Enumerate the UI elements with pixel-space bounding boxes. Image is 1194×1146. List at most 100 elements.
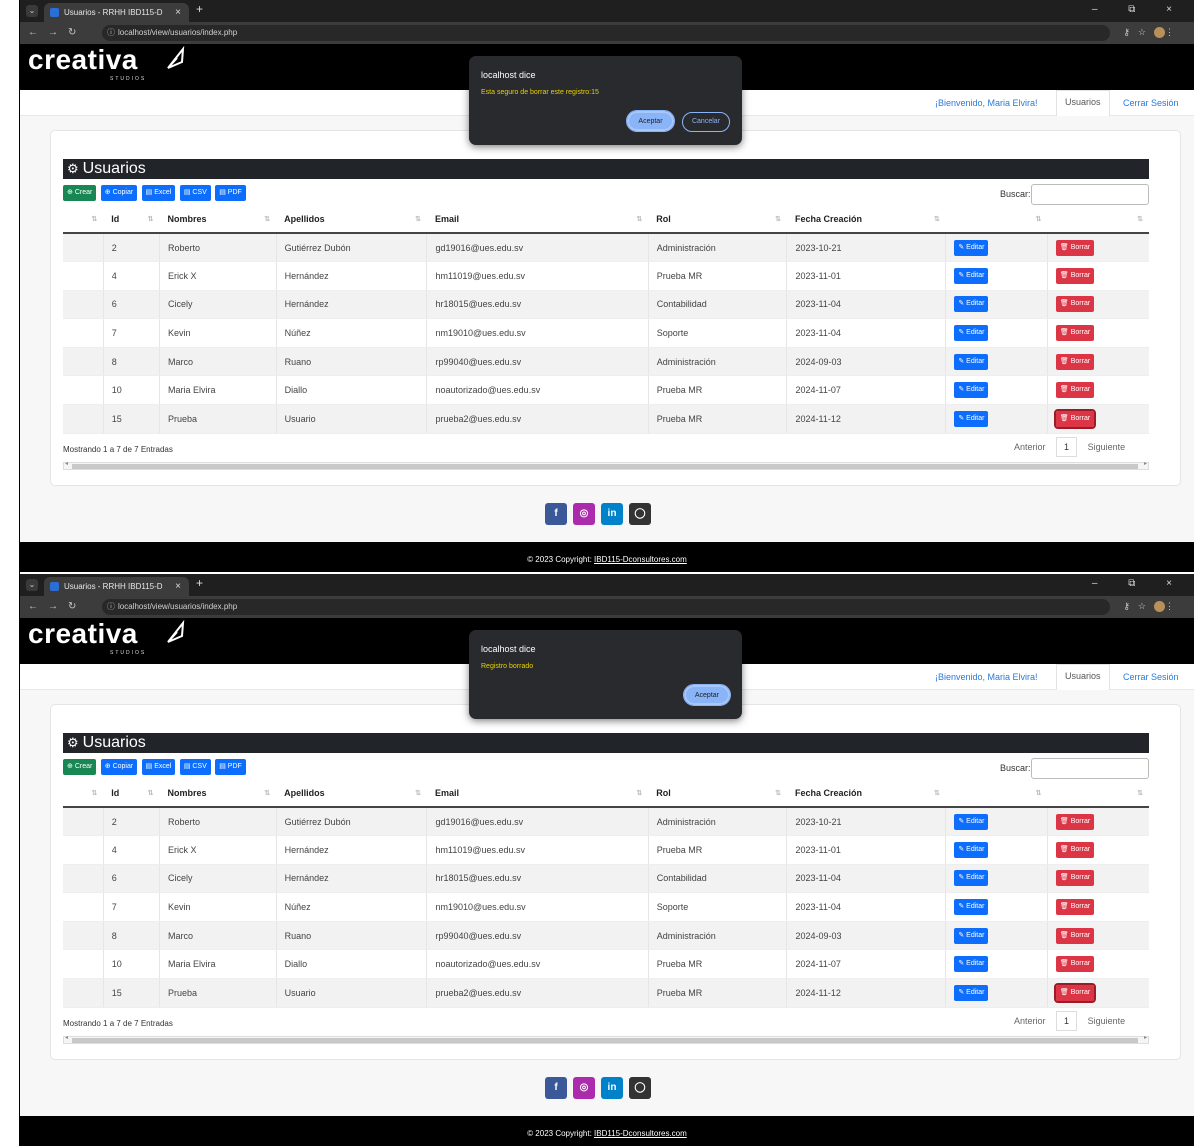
delete-button[interactable]: 🗑 Borrar xyxy=(1055,956,1095,973)
horizontal-scrollbar[interactable]: ◂ ▸ xyxy=(63,1034,1149,1044)
delete-button[interactable]: 🗑 Borrar xyxy=(1055,870,1095,887)
create-button[interactable]: ⊕ Crear xyxy=(63,185,97,201)
column-header-blank[interactable]: ⇅ xyxy=(63,206,104,234)
search-input[interactable] xyxy=(1031,758,1149,779)
horizontal-scrollbar[interactable]: ◂ ▸ xyxy=(63,460,1149,470)
column-header[interactable]: Nombres ⇅ xyxy=(159,206,277,234)
csv-button[interactable]: ▤ CSV xyxy=(179,759,211,775)
delete-button[interactable]: 🗑 Borrar xyxy=(1055,841,1095,858)
scrollbar-thumb[interactable] xyxy=(72,464,1138,469)
column-header[interactable]: Rol ⇅ xyxy=(648,206,787,234)
edit-button[interactable]: ✎ Editar xyxy=(954,410,989,427)
column-header[interactable]: Id ⇅ xyxy=(103,780,160,808)
column-header[interactable]: Rol ⇅ xyxy=(648,780,787,808)
nav-welcome[interactable]: ¡Bienvenido, Maria Elvira! xyxy=(935,672,1038,682)
edit-button[interactable]: ✎ Editar xyxy=(954,956,989,973)
column-header[interactable]: Fecha Creación ⇅ xyxy=(786,206,946,234)
info-icon[interactable]: ⓘ xyxy=(107,599,115,615)
close-tab-icon[interactable]: × xyxy=(175,3,181,22)
search-input[interactable] xyxy=(1031,184,1149,205)
info-icon[interactable]: ⓘ xyxy=(107,25,115,41)
url-field[interactable]: ⓘ localhost/view/usuarios/index.php xyxy=(102,599,1110,615)
facebook-icon[interactable]: f xyxy=(545,1077,567,1099)
delete-button[interactable]: 🗑 Borrar xyxy=(1055,239,1095,256)
next-page-button[interactable]: Siguiente xyxy=(1088,1016,1126,1026)
edit-button[interactable]: ✎ Editar xyxy=(954,239,989,256)
column-header[interactable]: Id ⇅ xyxy=(103,206,160,234)
cancel-button[interactable]: Cancelar xyxy=(681,112,730,132)
column-header[interactable]: Nombres ⇅ xyxy=(159,780,277,808)
edit-button[interactable]: ✎ Editar xyxy=(954,382,989,399)
column-header[interactable]: Fecha Creación ⇅ xyxy=(786,780,946,808)
close-tab-icon[interactable]: × xyxy=(175,577,181,596)
column-header-edit[interactable]: ⇅ xyxy=(945,780,1048,808)
edit-button[interactable]: ✎ Editar xyxy=(954,296,989,313)
csv-button[interactable]: ▤ CSV xyxy=(179,185,211,201)
facebook-icon[interactable]: f xyxy=(545,503,567,525)
scroll-right-icon[interactable]: ▸ xyxy=(1144,460,1147,467)
tab-search-icon[interactable]: ⌄ xyxy=(26,5,38,17)
edit-button[interactable]: ✎ Editar xyxy=(954,841,989,858)
edit-button[interactable]: ✎ Editar xyxy=(954,870,989,887)
url-field[interactable]: ⓘ localhost/view/usuarios/index.php xyxy=(102,25,1110,41)
scroll-left-icon[interactable]: ◂ xyxy=(65,1034,68,1041)
browser-tab[interactable]: Usuarios - RRHH IBD115-D × xyxy=(44,577,189,596)
delete-button[interactable]: 🗑 Borrar xyxy=(1053,982,1097,1003)
profile-icon[interactable] xyxy=(1154,27,1165,39)
profile-icon[interactable] xyxy=(1154,601,1165,613)
linkedin-icon[interactable]: in xyxy=(601,1077,623,1099)
column-header[interactable]: Email ⇅ xyxy=(426,780,649,808)
column-header[interactable]: Apellidos ⇅ xyxy=(276,206,427,234)
edit-button[interactable]: ✎ Editar xyxy=(954,325,989,342)
delete-button[interactable]: 🗑 Borrar xyxy=(1055,382,1095,399)
scrollbar-thumb[interactable] xyxy=(72,1038,1138,1043)
logo[interactable]: creativa STUDIOS xyxy=(28,618,185,656)
edit-button[interactable]: ✎ Editar xyxy=(954,984,989,1001)
delete-button[interactable]: 🗑 Borrar xyxy=(1055,353,1095,370)
accept-button[interactable]: Aceptar xyxy=(626,110,675,132)
edit-button[interactable]: ✎ Editar xyxy=(954,813,989,830)
edit-button[interactable]: ✎ Editar xyxy=(954,899,989,916)
column-header-blank[interactable]: ⇅ xyxy=(63,780,104,808)
nav-logout[interactable]: Cerrar Sesión xyxy=(1123,98,1179,108)
nav-buttons[interactable]: ←→↻ xyxy=(28,601,86,612)
delete-button[interactable]: 🗑 Borrar xyxy=(1055,927,1095,944)
github-icon[interactable]: ◯ xyxy=(629,503,651,525)
address-bar-actions[interactable]: ⚷☆ ⋮ xyxy=(1123,27,1182,39)
excel-button[interactable]: ▤ Excel xyxy=(141,759,176,775)
nav-logout[interactable]: Cerrar Sesión xyxy=(1123,672,1179,682)
excel-button[interactable]: ▤ Excel xyxy=(141,185,176,201)
footer-link[interactable]: IBD115-Dconsultores.com xyxy=(594,1129,687,1138)
instagram-icon[interactable]: ◎ xyxy=(573,1077,595,1099)
column-header-delete[interactable]: ⇅ xyxy=(1047,206,1149,234)
copy-button[interactable]: ⊕ Copiar xyxy=(100,185,138,201)
footer-link[interactable]: IBD115-Dconsultores.com xyxy=(594,555,687,564)
prev-page-button[interactable]: Anterior xyxy=(1014,442,1046,452)
delete-button[interactable]: 🗑 Borrar xyxy=(1055,899,1095,916)
delete-button[interactable]: 🗑 Borrar xyxy=(1055,813,1095,830)
column-header[interactable]: Email ⇅ xyxy=(426,206,649,234)
column-header-edit[interactable]: ⇅ xyxy=(945,206,1048,234)
page-number-button[interactable]: 1 xyxy=(1056,437,1078,457)
delete-button[interactable]: 🗑 Borrar xyxy=(1055,296,1095,313)
create-button[interactable]: ⊕ Crear xyxy=(63,759,97,775)
prev-page-button[interactable]: Anterior xyxy=(1014,1016,1046,1026)
new-tab-button[interactable]: + xyxy=(196,2,203,16)
nav-users[interactable]: Usuarios xyxy=(1056,664,1110,690)
browser-tab[interactable]: Usuarios - RRHH IBD115-D × xyxy=(44,3,189,22)
delete-button[interactable]: 🗑 Borrar xyxy=(1055,325,1095,342)
delete-button[interactable]: 🗑 Borrar xyxy=(1055,267,1095,284)
window-controls[interactable]: – ⧉ × xyxy=(1092,4,1186,15)
window-controls[interactable]: – ⧉ × xyxy=(1092,578,1186,589)
linkedin-icon[interactable]: in xyxy=(601,503,623,525)
page-number-button[interactable]: 1 xyxy=(1056,1011,1078,1031)
logo[interactable]: creativa STUDIOS xyxy=(28,44,185,82)
github-icon[interactable]: ◯ xyxy=(629,1077,651,1099)
tab-search-icon[interactable]: ⌄ xyxy=(26,579,38,591)
nav-welcome[interactable]: ¡Bienvenido, Maria Elvira! xyxy=(935,98,1038,108)
scroll-left-icon[interactable]: ◂ xyxy=(65,460,68,467)
pdf-button[interactable]: ▤ PDF xyxy=(215,759,246,775)
delete-button[interactable]: 🗑 Borrar xyxy=(1053,408,1097,429)
column-header-delete[interactable]: ⇅ xyxy=(1047,780,1149,808)
edit-button[interactable]: ✎ Editar xyxy=(954,353,989,370)
